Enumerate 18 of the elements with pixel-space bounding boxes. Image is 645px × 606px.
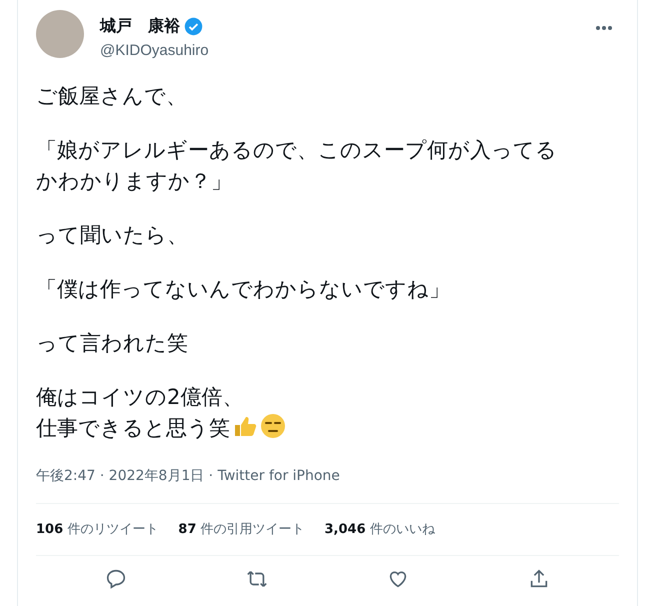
reply-icon[interactable]	[105, 568, 128, 590]
tweet-text: ご飯屋さんで、	[36, 84, 187, 108]
tweet-text: って聞いたら、	[36, 222, 188, 246]
retweet-icon[interactable]	[246, 568, 268, 590]
tweet-text: 仕事できると思う笑	[36, 416, 230, 440]
expressionless-face-icon	[260, 412, 286, 438]
author-name[interactable]: 城戸 康裕	[100, 14, 180, 38]
tweet-text: 「娘がアレルギーあるので、このスープ何が入ってる	[36, 138, 557, 162]
author-handle[interactable]: @KIDOyasuhiro	[100, 40, 595, 62]
stat-link[interactable]: 3,046 件のいいね	[324, 520, 435, 539]
stat-link[interactable]: 106 件のリツイート	[36, 520, 158, 539]
tweet-timestamp[interactable]: 午後2:47 · 2022年8月1日 · Twitter for iPhone	[36, 466, 619, 486]
tweet-text: 俺はコイツの2億倍、	[36, 384, 244, 408]
tweet-text: 「僕は作ってないんでわからないですね」	[36, 276, 450, 300]
tweet-text: って言われた笑	[36, 330, 188, 354]
stat-link[interactable]: 87 件の引用ツイート	[178, 520, 305, 539]
tweet-text: かわかりますか？」	[36, 168, 232, 192]
more-options-icon[interactable]	[595, 25, 613, 31]
